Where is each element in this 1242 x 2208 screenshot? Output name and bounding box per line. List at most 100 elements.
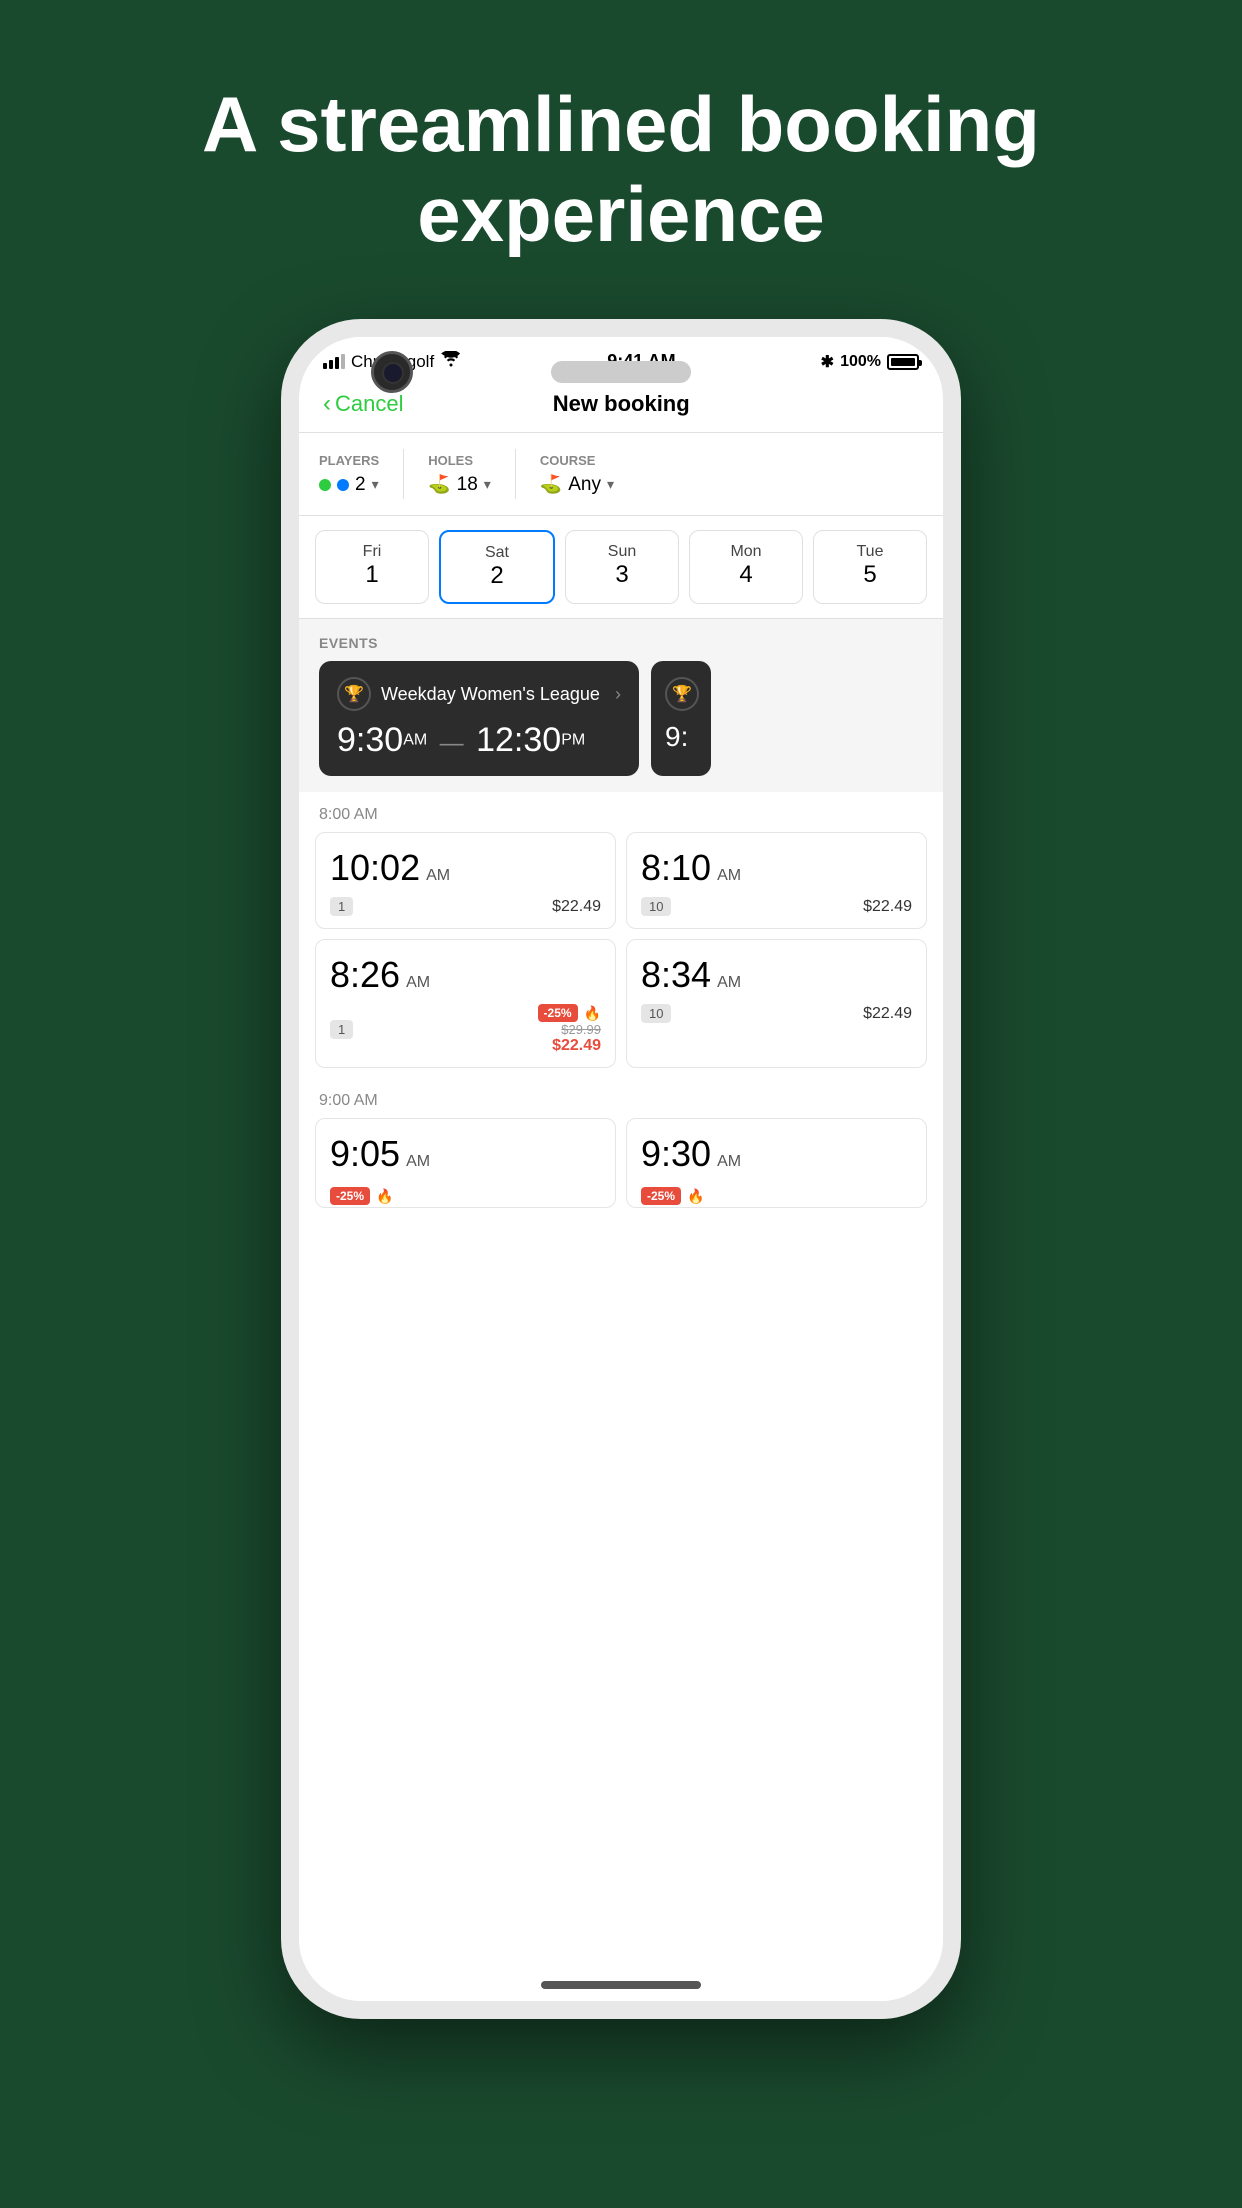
event-card-1[interactable]: 🏆 Weekday Women's League › 9:30AM — 12:3…	[319, 661, 639, 776]
filter-separator-1	[403, 449, 404, 499]
tee-ampm-930: AM	[717, 1153, 741, 1171]
discount-badge-905: -25%	[330, 1187, 370, 1205]
phone-home-bar	[541, 1981, 701, 1989]
tee-card-930-partial[interactable]: 9:30 AM -25% 🔥	[626, 1118, 927, 1208]
date-num-1: 2	[490, 562, 503, 590]
tee-ampm-826: AM	[406, 974, 430, 992]
tee-ampm-834: AM	[717, 974, 741, 992]
events-section-header: EVENTS	[299, 619, 943, 661]
date-day-3: Mon	[730, 543, 761, 561]
holes-label: HOLES	[428, 453, 491, 468]
cancel-button[interactable]: ‹ Cancel	[323, 390, 403, 418]
phone-speaker	[551, 361, 691, 383]
phone-mockup: Chronogolf 9:41 AM ✱ 100% ‹	[281, 319, 961, 2019]
tee-times-8am: 8:00 AM 10:02 AM 1 $22.49	[299, 792, 943, 2001]
discount-badge-930: -25%	[641, 1187, 681, 1205]
cancel-label: Cancel	[335, 391, 403, 417]
tee-card-826[interactable]: 8:26 AM 1 -25% 🔥 $29.99	[315, 939, 616, 1068]
tee-price-1002: $22.49	[552, 898, 601, 916]
event-start-ampm: AM	[403, 732, 427, 749]
signal-icon	[323, 354, 345, 369]
players-filter[interactable]: PLAYERS 2 ▾	[319, 453, 379, 496]
tee-time-826: 8:26	[330, 954, 400, 996]
tee-time-905: 9:05	[330, 1133, 400, 1175]
event-end-time: 12:30	[476, 721, 561, 759]
players-value: 2	[355, 474, 366, 496]
tee-ampm-810: AM	[717, 867, 741, 885]
tee-section-header-2: 9:00 AM	[299, 1078, 943, 1118]
course-chevron-icon: ▾	[607, 476, 614, 493]
event-dash: —	[440, 730, 464, 757]
golf-pin-icon-1: ⛳	[428, 474, 450, 495]
tee-card-905-partial[interactable]: 9:05 AM -25% 🔥	[315, 1118, 616, 1208]
golf-pin-icon-2: ⛳	[540, 474, 562, 495]
player-dot-blue	[337, 479, 349, 491]
date-tue-5[interactable]: Tue 5	[813, 530, 927, 604]
holes-chevron-icon: ▾	[484, 476, 491, 493]
holes-value: 18	[457, 474, 478, 496]
tee-card-1002[interactable]: 10:02 AM 1 $22.49	[315, 832, 616, 929]
date-day-2: Sun	[608, 543, 636, 561]
bluetooth-icon: ✱	[821, 352, 834, 372]
trophy-icon: 🏆	[337, 677, 371, 711]
holes-filter[interactable]: HOLES ⛳ 18 ▾	[428, 453, 491, 496]
date-day-0: Fri	[363, 543, 382, 561]
date-picker: Fri 1 Sat 2 Sun 3 Mon 4 Tue 5	[299, 516, 943, 619]
date-fri-1[interactable]: Fri 1	[315, 530, 429, 604]
players-label: PLAYERS	[319, 453, 379, 468]
tee-slot-826: 1	[330, 1020, 353, 1039]
tee-card-810[interactable]: 8:10 AM 10 $22.49	[626, 832, 927, 929]
tee-price-834: $22.49	[863, 1005, 912, 1023]
events-list: 🏆 Weekday Women's League › 9:30AM — 12:3…	[299, 661, 943, 792]
trophy-icon-2: 🏆	[665, 677, 699, 711]
course-value: Any	[568, 474, 601, 496]
fire-icon-930: 🔥	[687, 1188, 704, 1205]
tee-time-1002: 10:02	[330, 847, 420, 889]
course-label: COURSE	[540, 453, 614, 468]
fire-icon-826: 🔥	[584, 1005, 601, 1022]
page-title: New booking	[553, 391, 690, 417]
tee-ampm-1002: AM	[426, 867, 450, 885]
discount-badge-826: -25%	[538, 1004, 578, 1022]
date-num-3: 4	[739, 561, 752, 589]
date-num-0: 1	[365, 561, 378, 589]
date-day-4: Tue	[857, 543, 884, 561]
scroll-content: EVENTS 🏆 Weekday Women's League › 9:30A	[299, 619, 943, 2001]
battery-icon	[887, 354, 919, 370]
date-num-2: 3	[615, 561, 628, 589]
event-name-1: Weekday Women's League	[381, 684, 600, 705]
date-sun-3[interactable]: Sun 3	[565, 530, 679, 604]
tee-ampm-905: AM	[406, 1153, 430, 1171]
tee-slot-10: 10	[641, 897, 671, 916]
date-num-4: 5	[863, 561, 876, 589]
wifi-icon	[440, 351, 462, 372]
original-price-826: $29.99	[538, 1022, 601, 1037]
filter-separator-2	[515, 449, 516, 499]
event-arrow-icon: ›	[615, 684, 621, 705]
tee-slot-834: 10	[641, 1004, 671, 1023]
sale-price-826: $22.49	[538, 1037, 601, 1055]
event-partial-time: 9:	[665, 721, 697, 753]
player-dot-green	[319, 479, 331, 491]
tee-time-834: 8:34	[641, 954, 711, 996]
date-mon-4[interactable]: Mon 4	[689, 530, 803, 604]
hero-text: A streamlined booking experience	[82, 0, 1160, 319]
tee-price-810: $22.49	[863, 898, 912, 916]
event-start-time: 9:30	[337, 721, 403, 759]
tee-section-header-1: 8:00 AM	[299, 792, 943, 832]
tee-grid-2: 9:05 AM -25% 🔥 9:30 AM	[299, 1118, 943, 1218]
date-sat-2[interactable]: Sat 2	[439, 530, 555, 604]
event-card-partial[interactable]: 🏆 9:	[651, 661, 711, 776]
tee-time-930: 9:30	[641, 1133, 711, 1175]
tee-card-834[interactable]: 8:34 AM 10 $22.49	[626, 939, 927, 1068]
filters-bar: PLAYERS 2 ▾ HOLES ⛳ 18 ▾	[299, 433, 943, 516]
tee-slot-1: 1	[330, 897, 353, 916]
tee-grid-1: 10:02 AM 1 $22.49 8:10 AM	[299, 832, 943, 1078]
players-chevron-icon: ▾	[372, 476, 379, 493]
event-end-ampm: PM	[561, 732, 585, 749]
tee-time-810: 8:10	[641, 847, 711, 889]
date-day-1: Sat	[485, 544, 509, 562]
course-filter[interactable]: COURSE ⛳ Any ▾	[540, 453, 614, 496]
battery-pct: 100%	[840, 353, 881, 371]
chevron-left-icon: ‹	[323, 390, 331, 418]
